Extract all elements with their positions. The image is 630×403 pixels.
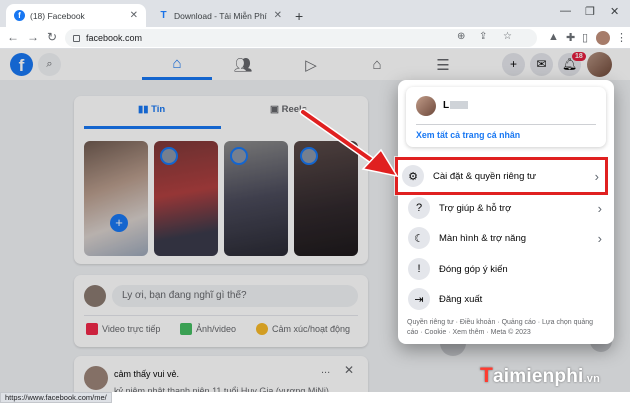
logout-icon: ⇥ [408, 288, 430, 310]
menu-item-label: Đóng góp ý kiến [439, 263, 508, 275]
watermark-text: aimienphi [493, 366, 584, 387]
status-bar-url: https://www.facebook.com/me/ [0, 392, 112, 403]
site-watermark: Taimienphi.vn [480, 364, 600, 388]
chevron-right-icon: › [597, 230, 602, 246]
see-all-profiles-link[interactable]: Xem tất cả trang cá nhân [416, 130, 520, 140]
tab-title: (18) Facebook [30, 10, 85, 21]
gear-icon: ⚙ [402, 165, 424, 187]
forward-arrow-icon[interactable]: → [27, 30, 39, 44]
divider [416, 124, 596, 125]
redacted-name [450, 101, 469, 110]
menu-item-settings-privacy[interactable]: ⚙ Cài đặt & quyền riêng tư › [395, 157, 608, 195]
lock-icon [73, 34, 80, 42]
menu-item-display-accessibility[interactable]: ☾ Màn hình & trợ năng › [404, 222, 608, 254]
maximize-icon[interactable]: ❐ [585, 5, 595, 18]
chevron-right-icon: › [597, 200, 602, 216]
extension-icon[interactable]: ▲ [548, 31, 559, 43]
watermark-lead: T [480, 364, 494, 387]
profile-name: L [443, 100, 469, 111]
menu-item-label: Trợ giúp & hỗ trợ [439, 202, 512, 214]
browser-profile-avatar[interactable] [596, 31, 610, 45]
menu-item-label: Cài đặt & quyền riêng tư [433, 170, 537, 182]
address-url: facebook.com [86, 33, 143, 43]
menu-item-label: Đăng xuất [439, 293, 483, 305]
facebook-favicon-icon: f [14, 10, 25, 21]
new-tab-button[interactable]: + [295, 8, 303, 24]
browser-tab-bar: f (18) Facebook ✕ T Download - Tải Miễn … [0, 0, 630, 27]
profile-avatar [416, 96, 436, 116]
install-icon[interactable]: ⊕ [457, 31, 465, 42]
share-icon[interactable]: ⇪ [479, 31, 487, 42]
profile-name-text: L [443, 100, 450, 111]
help-icon: ? [408, 197, 430, 219]
close-tab-icon[interactable]: ✕ [274, 10, 282, 21]
sidebar-icon[interactable]: ▯ [582, 31, 588, 44]
red-arrow-annotation [299, 108, 399, 178]
menu-item-log-out[interactable]: ⇥ Đăng xuất [404, 283, 608, 315]
reload-icon[interactable]: ↻ [47, 30, 57, 44]
profile-card[interactable]: L Xem tất cả trang cá nhân [406, 87, 606, 147]
bookmark-star-icon[interactable]: ☆ [503, 31, 512, 42]
browser-tab-download[interactable]: T Download - Tải Miễn Phí VN - Ph ✕ [150, 4, 290, 27]
back-arrow-icon[interactable]: ← [7, 30, 19, 44]
chevron-right-icon: › [594, 168, 599, 184]
browser-toolbar: ← → ↻ facebook.com ⊕ ⇪ ☆ ▲ ✚ ▯ ⋮ [0, 27, 630, 49]
close-tab-icon[interactable]: ✕ [130, 10, 138, 21]
address-bar[interactable]: facebook.com ⊕ ⇪ ☆ [65, 29, 537, 47]
tab-title: Download - Tải Miễn Phí VN - Ph [174, 10, 268, 21]
download-site-favicon-icon: T [160, 10, 167, 21]
menu-item-label: Màn hình & trợ năng [439, 232, 527, 244]
browser-menu-icon[interactable]: ⋮ [616, 31, 627, 44]
account-menu: L Xem tất cả trang cá nhân ⚙ Cài đặt & q… [395, 80, 614, 344]
watermark-suffix: .vn [583, 373, 601, 385]
feedback-icon: ! [408, 258, 430, 280]
puzzle-icon[interactable]: ✚ [566, 31, 575, 44]
browser-tab-facebook[interactable]: f (18) Facebook ✕ [6, 4, 146, 27]
menu-footer-links[interactable]: Quyền riêng tư · Điều khoản · Quảng cáo … [407, 318, 605, 338]
window-close-icon[interactable]: ✕ [610, 5, 619, 18]
menu-item-give-feedback[interactable]: ! Đóng góp ý kiến [404, 253, 608, 285]
minimize-icon[interactable]: — [560, 5, 571, 17]
menu-item-help-support[interactable]: ? Trợ giúp & hỗ trợ › [404, 192, 608, 224]
moon-icon: ☾ [408, 227, 430, 249]
